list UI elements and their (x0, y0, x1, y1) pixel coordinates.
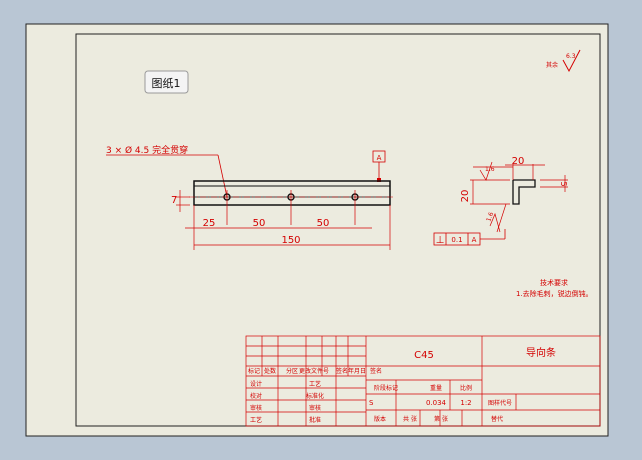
svg-text:工艺: 工艺 (250, 416, 262, 424)
svg-text:设计: 设计 (250, 380, 262, 388)
svg-text:分区: 分区 (286, 367, 298, 375)
svg-text:审核: 审核 (309, 404, 321, 412)
svg-text:批准: 批准 (309, 416, 321, 424)
svg-text:图样代号: 图样代号 (488, 399, 512, 407)
svg-text:校对: 校对 (250, 392, 262, 400)
svg-text:A: A (472, 236, 477, 244)
material: C45 (414, 350, 434, 361)
svg-text:0.034: 0.034 (426, 399, 447, 407)
dim-7: 7 (171, 195, 177, 206)
dim-20-width: 20 (512, 156, 525, 167)
svg-text:其余: 其余 (546, 61, 558, 69)
svg-text:阶段标记: 阶段标记 (374, 384, 398, 392)
svg-text:版本: 版本 (374, 415, 386, 423)
svg-text:处数: 处数 (264, 367, 276, 375)
svg-text:第 张: 第 张 (434, 415, 448, 423)
svg-text:替代: 替代 (491, 415, 503, 423)
dim-50b: 50 (317, 218, 330, 229)
dim-50a: 50 (253, 218, 266, 229)
svg-text:比例: 比例 (460, 384, 472, 392)
part-name: 导向条 (526, 346, 556, 359)
svg-text:标准化: 标准化 (306, 392, 324, 400)
svg-text:标记: 标记 (248, 367, 260, 375)
notes-line1: 1.去除毛刺，锐边倒钝。 (516, 289, 593, 298)
svg-text:S: S (369, 399, 374, 407)
dim-25: 25 (203, 218, 216, 229)
dim-5: 5 (559, 181, 568, 186)
svg-text:0.1: 0.1 (451, 236, 462, 244)
drawing-canvas: 图纸1 其余 6.3 3 × Ø 4.5 完全贯穿 A 25 50 50 150… (25, 23, 609, 437)
hole-callout-text: 3 × Ø 4.5 完全贯穿 (106, 144, 188, 156)
sheet-tab-label: 图纸1 (152, 77, 181, 90)
svg-text:重量: 重量 (430, 384, 442, 392)
svg-text:共 张: 共 张 (403, 415, 417, 423)
svg-text:1:2: 1:2 (460, 399, 471, 407)
dim-20-height: 20 (460, 190, 471, 203)
dim-150: 150 (281, 235, 300, 246)
svg-text:签名: 签名 (370, 367, 382, 375)
notes-title: 技术要求 (540, 278, 568, 287)
svg-text:年月日: 年月日 (348, 367, 366, 375)
svg-text:审核: 审核 (250, 404, 262, 412)
roughness-1: 1.6 (485, 166, 495, 173)
sheet-tab[interactable]: 图纸1 (144, 70, 189, 94)
svg-text:更改文件号: 更改文件号 (299, 367, 329, 375)
svg-text:A: A (377, 154, 382, 162)
svg-text:⊥: ⊥ (436, 235, 445, 246)
svg-text:6.3: 6.3 (566, 53, 576, 60)
svg-text:工艺: 工艺 (309, 380, 321, 388)
svg-text:签名: 签名 (336, 367, 348, 375)
